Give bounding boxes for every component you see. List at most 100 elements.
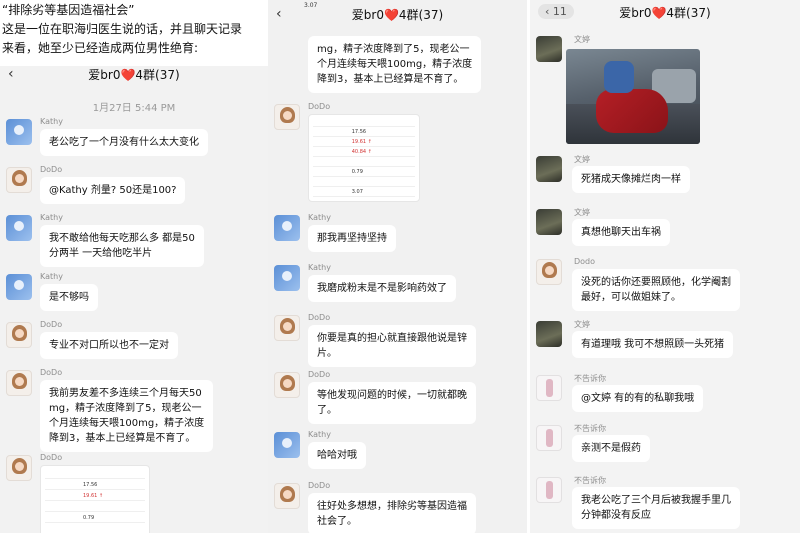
message-bubble[interactable]: 那我再坚持坚持 xyxy=(308,225,396,252)
unread-count-badge[interactable]: ‹ 11 xyxy=(538,4,574,19)
avatar[interactable] xyxy=(536,477,562,503)
back-arrow-icon[interactable]: ‹ xyxy=(8,66,14,82)
avatar[interactable] xyxy=(536,375,562,401)
report-row xyxy=(313,178,415,187)
chat-screenshot-left: “排除劣等基因造福社会” 这是一位在职海归医生说的话，并且聊天记录 来看，她至少… xyxy=(0,0,268,533)
chat-screenshot-middle: 3.07 ‹ 爱br0❤️4群(37) mg，精子浓度降到了5，现老公一 个月连续… xyxy=(268,0,527,533)
message-bubble[interactable]: 等他发现问题的时候，一切就都晚 了。 xyxy=(308,382,476,424)
caption-line-1: “排除劣等基因造福社会” xyxy=(2,3,135,17)
sender-name: Kathy xyxy=(40,117,63,126)
chat-screenshot-right: ‹ 11 爱br0❤️4群(37) 文婷 文婷 死猪成天像摊烂肉一样 文婷 真想… xyxy=(530,0,800,533)
message-bubble[interactable]: 我前男友差不多连续三个月每天50 mg，精子浓度降到了5，现老公一 个月连续每天喂… xyxy=(40,380,214,452)
message-bubble[interactable]: 是不够吗 xyxy=(40,284,98,311)
avatar[interactable] xyxy=(6,167,32,193)
message-bubble[interactable]: 我磨成粉末是不是影响药效了 xyxy=(308,275,456,302)
message-bubble[interactable]: 哈哈对哦 xyxy=(308,442,366,469)
caption-text: “排除劣等基因造福社会” 这是一位在职海归医生说的话，并且聊天记录 来看，她至少… xyxy=(0,0,268,66)
message-bubble[interactable]: 真想他聊天出车祸 xyxy=(572,219,670,246)
message-bubble[interactable]: 亲测不是假药 xyxy=(572,435,650,462)
avatar[interactable] xyxy=(536,156,562,182)
sender-name: DoDo xyxy=(40,165,63,174)
chat-header: ‹ 爱br0❤️4群(37) xyxy=(268,6,527,23)
chat-header: ‹ 爱br0❤️4群(37) xyxy=(0,66,268,83)
lab-report-image[interactable]: 17.56 19.61 ↑ 40.84 ↑ 0.79 3.07 xyxy=(308,114,420,202)
back-arrow-icon[interactable]: ‹ xyxy=(276,6,282,22)
chat-title: 爱br0❤️4群(37) xyxy=(88,68,180,82)
avatar[interactable] xyxy=(274,372,300,398)
message-bubble[interactable]: 专业不对口所以也不一定对 xyxy=(40,332,178,359)
sender-name: DoDo xyxy=(308,481,331,490)
avatar[interactable] xyxy=(536,321,562,347)
report-row: 17.56 xyxy=(45,481,145,490)
message-bubble[interactable]: 没死的话你还要照顾他，化学阉割 最好，可以做姐妹了。 xyxy=(572,269,740,311)
message-bubble[interactable]: 我老公吃了三个月后被我握手里几 分钟都没有反应 xyxy=(572,487,740,529)
report-row xyxy=(45,470,145,479)
sleeping-person-photo[interactable] xyxy=(566,49,700,144)
sender-name: DoDo xyxy=(40,320,63,329)
report-row xyxy=(45,503,145,512)
message-bubble[interactable]: 有道理哦 我可不想照顾一头死猪 xyxy=(572,331,734,358)
avatar[interactable] xyxy=(6,455,32,481)
heart-icon: ❤️ xyxy=(120,68,136,82)
timestamp: 1月27日 5:44 PM xyxy=(92,103,176,114)
sender-name: Kathy xyxy=(40,272,63,281)
sender-name: Kathy xyxy=(308,263,331,272)
avatar[interactable] xyxy=(6,215,32,241)
caption-line-3: 来看，她至少已经造成两位男性绝育: xyxy=(2,41,199,55)
sender-name: 文婷 xyxy=(574,320,590,329)
report-row: 19.61 ↑ xyxy=(313,138,415,147)
message-bubble[interactable]: 死猪成天像摊烂肉一样 xyxy=(572,166,690,193)
message-bubble[interactable]: mg，精子浓度降到了5，现老公一 个月连续每天喂100mg，精子浓度 降到3，基本上… xyxy=(308,36,482,93)
message-bubble[interactable]: @Kathy 剂量? 50还是100? xyxy=(40,177,186,204)
avatar[interactable] xyxy=(274,315,300,341)
sender-name: 文婷 xyxy=(574,155,590,164)
report-row xyxy=(313,118,415,127)
sender-name: 不告诉你 xyxy=(574,374,606,383)
avatar[interactable] xyxy=(274,432,300,458)
heart-icon: ❤️ xyxy=(651,6,667,20)
avatar[interactable] xyxy=(274,483,300,509)
sender-name: DoDo xyxy=(308,370,331,379)
report-row: 3.07 xyxy=(313,188,415,197)
report-row: 0.79 xyxy=(313,168,415,177)
avatar[interactable] xyxy=(536,259,562,285)
sender-name: 不告诉你 xyxy=(574,476,606,485)
avatar[interactable] xyxy=(6,274,32,300)
avatar[interactable] xyxy=(274,215,300,241)
sender-name: 文婷 xyxy=(574,35,590,44)
report-row: 0.79 xyxy=(45,514,145,523)
avatar[interactable] xyxy=(536,209,562,235)
avatar[interactable] xyxy=(274,265,300,291)
report-row: 19.61 ↑ xyxy=(45,492,145,501)
sender-name: Dodo xyxy=(574,257,596,266)
message-bubble[interactable]: 我不敢给他每天吃那么多 都是50 分两半 一天给他吃半片 xyxy=(40,225,204,267)
sender-name: Kathy xyxy=(308,213,331,222)
chat-header: ‹ 11 爱br0❤️4群(37) xyxy=(530,4,800,21)
message-bubble[interactable]: @文婷 有的有的私聊我哦 xyxy=(572,385,704,412)
message-bubble[interactable]: 你要是真的担心就直接跟他说是锌 片。 xyxy=(308,325,476,367)
avatar[interactable] xyxy=(536,36,562,62)
sender-name: Kathy xyxy=(308,430,331,439)
message-bubble[interactable]: 老公吃了一个月没有什么太大变化 xyxy=(40,129,208,156)
chat-title: 爱br0❤️4群(37) xyxy=(619,6,711,20)
sender-name: DoDo xyxy=(40,453,63,462)
avatar[interactable] xyxy=(274,104,300,130)
sender-name: DoDo xyxy=(308,313,331,322)
report-row xyxy=(313,158,415,167)
lab-report-image[interactable]: 17.56 19.61 ↑ 0.79 xyxy=(40,465,150,533)
sender-name: Kathy xyxy=(40,213,63,222)
chat-title: 爱br0❤️4群(37) xyxy=(351,8,444,22)
sender-name: 文婷 xyxy=(574,208,590,217)
heart-icon: ❤️ xyxy=(383,8,399,22)
avatar[interactable] xyxy=(6,370,32,396)
sender-name: DoDo xyxy=(308,102,331,111)
message-bubble[interactable]: 往好处多想想，排除劣等基因造福 社会了。 xyxy=(308,493,476,533)
avatar[interactable] xyxy=(6,119,32,145)
caption-line-2: 这是一位在职海归医生说的话，并且聊天记录 xyxy=(2,22,243,36)
report-row: 40.84 ↑ xyxy=(313,148,415,157)
sender-name: 不告诉你 xyxy=(574,424,606,433)
avatar[interactable] xyxy=(536,425,562,451)
sender-name: DoDo xyxy=(40,368,63,377)
report-row: 17.56 xyxy=(313,128,415,137)
avatar[interactable] xyxy=(6,322,32,348)
